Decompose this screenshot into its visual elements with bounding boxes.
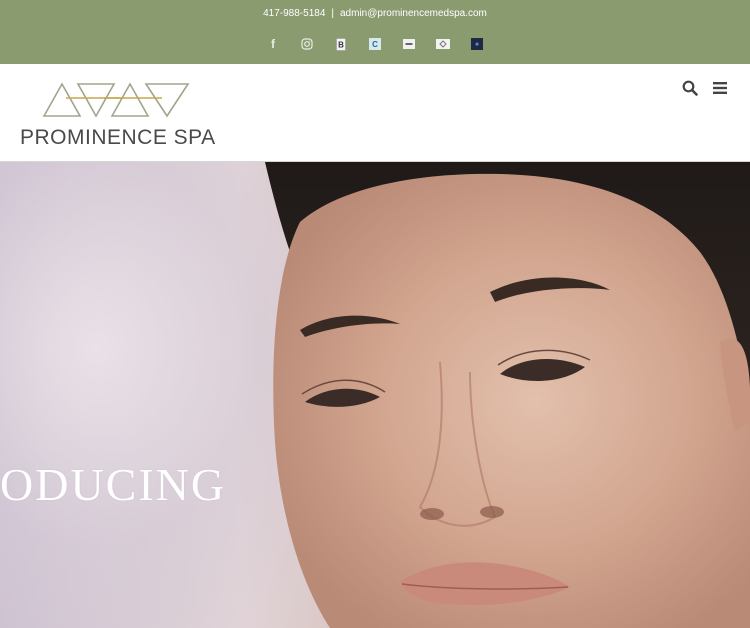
- link-icon[interactable]: [402, 37, 416, 51]
- svg-text:C: C: [372, 40, 378, 49]
- social-links: f B C +: [0, 37, 750, 51]
- hero-banner: ODUCING: [0, 162, 750, 628]
- hero-portrait-image: [265, 162, 750, 628]
- google-plus-icon[interactable]: +: [470, 37, 484, 51]
- facebook-icon[interactable]: f: [266, 37, 280, 51]
- hero-headline: ODUCING: [0, 459, 227, 510]
- phone-link[interactable]: 417-988-5184: [263, 8, 325, 19]
- header-icons: [682, 80, 728, 96]
- bbb-icon[interactable]: B: [334, 37, 348, 51]
- instagram-icon[interactable]: [300, 37, 314, 51]
- care-credit-icon[interactable]: C: [368, 37, 382, 51]
- contact-separator: |: [331, 8, 334, 19]
- spa-icon[interactable]: [436, 37, 450, 51]
- contact-info: 417-988-5184 | admin@prominencemedspa.com: [0, 8, 750, 19]
- logo[interactable]: PROMINENCE SPA: [20, 76, 220, 156]
- logo-text: PROMINENCE SPA: [20, 126, 216, 149]
- site-header: PROMINENCE SPA: [0, 64, 750, 162]
- svg-text:B: B: [338, 40, 344, 49]
- logo-mark-icon: [42, 82, 190, 118]
- search-icon[interactable]: [682, 80, 698, 96]
- menu-icon[interactable]: [712, 80, 728, 96]
- svg-text:+: +: [475, 42, 479, 49]
- email-link[interactable]: admin@prominencemedspa.com: [340, 8, 487, 19]
- top-bar: 417-988-5184 | admin@prominencemedspa.com …: [0, 0, 750, 64]
